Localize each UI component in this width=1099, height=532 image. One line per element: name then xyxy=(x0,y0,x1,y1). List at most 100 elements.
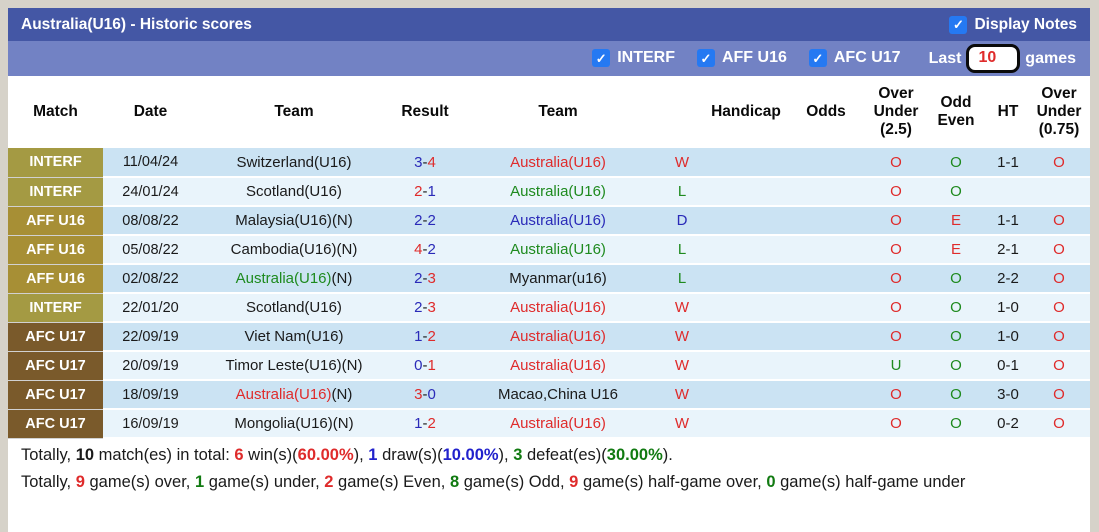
match-score: 2-3 xyxy=(390,293,460,322)
match-date: 20/09/19 xyxy=(103,351,198,380)
match-date: 05/08/22 xyxy=(103,235,198,264)
chevron-down-icon: ▾ xyxy=(1002,48,1010,68)
match-type-badge: AFC U17 xyxy=(8,380,103,409)
ht-score: 1-1 xyxy=(988,148,1028,177)
summary-line-results: Totally, 10 match(es) in total: 6 win(s)… xyxy=(21,446,1077,465)
filter-toggle-interf[interactable]: ✓ INTERF xyxy=(592,49,675,67)
last-games-control: Last 10 ▾ games xyxy=(929,44,1076,73)
summary-segment: match(es) in total: xyxy=(94,446,234,464)
over-under-25-cell: O xyxy=(868,264,924,293)
filter-checkbox[interactable]: ✓ xyxy=(592,49,610,67)
match-date: 18/09/19 xyxy=(103,380,198,409)
ht-score xyxy=(988,177,1028,206)
home-team: Viet Nam(U16) xyxy=(198,322,390,351)
odd-even-cell: O xyxy=(924,177,988,206)
handicap-cell xyxy=(708,148,784,177)
ht-score: 2-1 xyxy=(988,235,1028,264)
filter-toggle-aff-u16[interactable]: ✓ AFF U16 xyxy=(697,49,787,67)
summary-segment: 1 xyxy=(195,473,204,491)
summary-segment: 60.00% xyxy=(298,446,354,464)
over-under-25-cell: O xyxy=(868,148,924,177)
odds-cell xyxy=(784,380,868,409)
match-type-badge: AFC U17 xyxy=(8,351,103,380)
summary-line-overs: Totally, 9 game(s) over, 1 game(s) under… xyxy=(21,473,1077,492)
match-type-badge: AFF U16 xyxy=(8,206,103,235)
filter-label: AFF U16 xyxy=(722,49,787,67)
away-team: Australia(U16) xyxy=(460,148,656,177)
summary-segment: ). xyxy=(663,446,673,464)
over-under-075-cell: O xyxy=(1028,264,1090,293)
column-header-10: HT xyxy=(988,76,1028,148)
summary-segment: 30.00% xyxy=(607,446,663,464)
column-header-8: Over Under (2.5) xyxy=(868,76,924,148)
handicap-cell xyxy=(708,322,784,351)
summary-segment: 9 xyxy=(569,473,578,491)
last-games-value: 10 xyxy=(978,49,996,67)
handicap-cell xyxy=(708,177,784,206)
match-type-badge: INTERF xyxy=(8,177,103,206)
match-date: 11/04/24 xyxy=(103,148,198,177)
handicap-cell xyxy=(708,351,784,380)
away-team: Australia(U16) xyxy=(460,177,656,206)
odds-cell xyxy=(784,322,868,351)
ht-score: 0-2 xyxy=(988,409,1028,438)
column-header-3: Result xyxy=(390,76,460,148)
match-score: 3-0 xyxy=(390,380,460,409)
handicap-cell xyxy=(708,293,784,322)
result-letter: W xyxy=(656,351,708,380)
match-date: 16/09/19 xyxy=(103,409,198,438)
odd-even-cell: O xyxy=(924,264,988,293)
filter-checkbox[interactable]: ✓ xyxy=(697,49,715,67)
over-under-075-cell xyxy=(1028,177,1090,206)
over-under-075-cell: O xyxy=(1028,380,1090,409)
away-team: Australia(U16) xyxy=(460,206,656,235)
filter-label: INTERF xyxy=(617,49,675,67)
summary-segment: game(s) over, xyxy=(85,473,195,491)
ht-score: 1-0 xyxy=(988,293,1028,322)
over-under-075-cell: O xyxy=(1028,235,1090,264)
over-under-25-cell: O xyxy=(868,177,924,206)
odds-cell xyxy=(784,351,868,380)
odd-even-cell: O xyxy=(924,293,988,322)
table-row: AFF U16 05/08/22 Cambodia(U16)(N) 4-2 Au… xyxy=(8,235,1090,264)
filter-checkbox[interactable]: ✓ xyxy=(809,49,827,67)
home-team: Switzerland(U16) xyxy=(198,148,390,177)
match-score: 2-3 xyxy=(390,264,460,293)
table-row: AFF U16 08/08/22 Malaysia(U16)(N) 2-2 Au… xyxy=(8,206,1090,235)
display-notes-label: Display Notes xyxy=(974,16,1077,34)
summary-segment: win(s)( xyxy=(244,446,298,464)
summary-segment: game(s) half-game under xyxy=(776,473,966,491)
result-letter: L xyxy=(656,235,708,264)
over-under-25-cell: O xyxy=(868,293,924,322)
match-type-badge: INTERF xyxy=(8,293,103,322)
last-games-select[interactable]: 10 ▾ xyxy=(966,44,1020,73)
column-header-7: Odds xyxy=(784,76,868,148)
summary-segment: defeat(es)( xyxy=(522,446,606,464)
summary-section: Totally, 10 match(es) in total: 6 win(s)… xyxy=(8,439,1090,492)
handicap-cell xyxy=(708,380,784,409)
column-header-0: Match xyxy=(8,76,103,148)
odd-even-cell: O xyxy=(924,322,988,351)
over-under-25-cell: O xyxy=(868,380,924,409)
away-team: Australia(U16) xyxy=(460,409,656,438)
display-notes-checkbox[interactable]: ✓ xyxy=(949,16,967,34)
summary-segment: 8 xyxy=(450,473,459,491)
handicap-cell xyxy=(708,235,784,264)
summary-segment: 10.00% xyxy=(443,446,499,464)
away-team: Australia(U16) xyxy=(460,322,656,351)
column-header-11: Over Under (0.75) xyxy=(1028,76,1090,148)
column-header-6: Handicap xyxy=(708,76,784,148)
odds-cell xyxy=(784,235,868,264)
over-under-25-cell: O xyxy=(868,235,924,264)
summary-segment: 0 xyxy=(766,473,775,491)
filter-label: AFC U17 xyxy=(834,49,901,67)
result-letter: W xyxy=(656,148,708,177)
home-team: Malaysia(U16)(N) xyxy=(198,206,390,235)
display-notes-toggle[interactable]: ✓ Display Notes xyxy=(949,16,1077,34)
page-title: Australia(U16) - Historic scores xyxy=(21,16,252,34)
match-score: 2-2 xyxy=(390,206,460,235)
ht-score: 0-1 xyxy=(988,351,1028,380)
away-team: Australia(U16) xyxy=(460,293,656,322)
filter-toggle-afc-u17[interactable]: ✓ AFC U17 xyxy=(809,49,901,67)
home-team: Scotland(U16) xyxy=(198,293,390,322)
